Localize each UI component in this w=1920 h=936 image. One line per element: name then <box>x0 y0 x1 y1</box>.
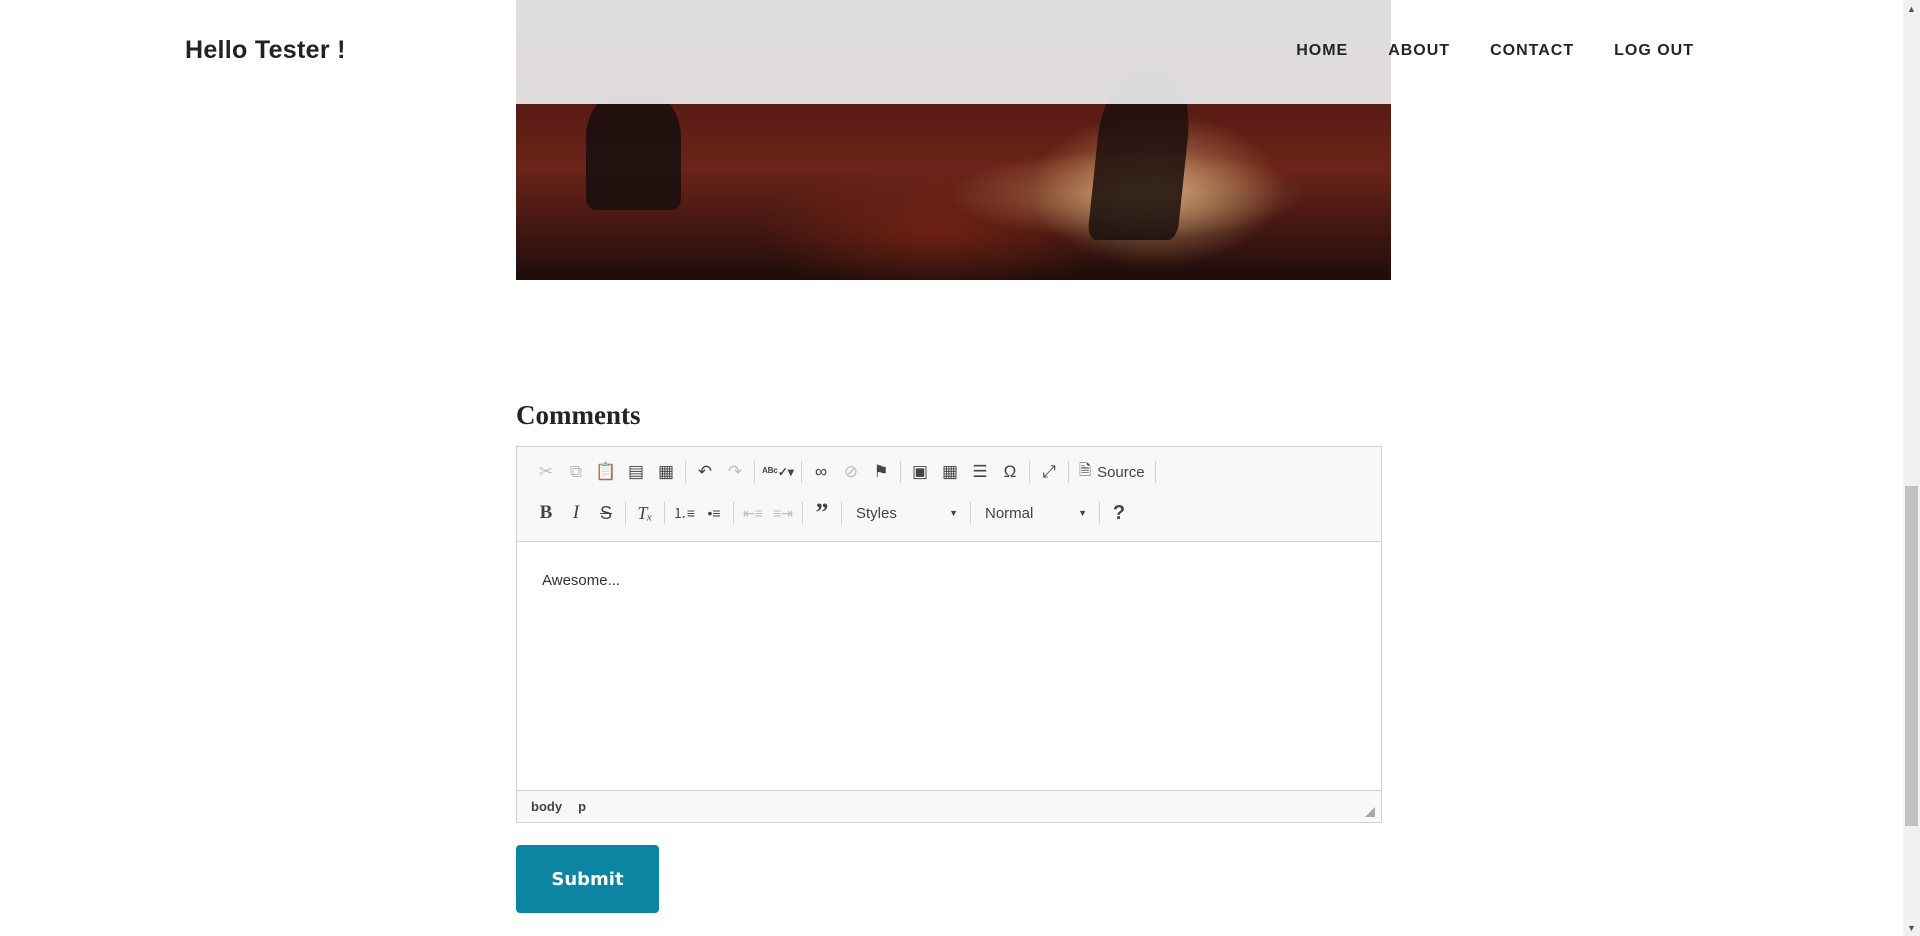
toolbar-separator <box>1029 461 1030 483</box>
toolbar-separator <box>1154 461 1156 483</box>
anchor-flag-icon[interactable]: ⚑ <box>866 458 896 486</box>
page-scrollbar[interactable]: ▲ ▼ <box>1903 0 1920 936</box>
numbered-list-icon[interactable]: ⒈≡ <box>669 499 699 527</box>
bulleted-list-icon[interactable]: •≡ <box>699 499 729 527</box>
site-brand[interactable]: Hello Tester ! <box>185 36 346 65</box>
horizontal-line-icon[interactable]: ☰ <box>965 458 995 486</box>
undo-icon[interactable]: ↶ <box>690 458 720 486</box>
image-icon[interactable]: ▣ <box>905 458 935 486</box>
source-label: Source <box>1097 463 1145 481</box>
styles-dropdown[interactable]: Styles ▼ <box>846 499 966 527</box>
comment-editor: ✂ ⧉ 📋 ▤ ▦ ↶ ↷ ᴬᴮᶜ✓▾ ∞ ⊘ ⚑ ▣ ▦ ☰ Ω ⤢ 🗎 So… <box>516 446 1382 823</box>
paste-word-icon[interactable]: ▦ <box>651 458 681 486</box>
scroll-up-icon[interactable]: ▲ <box>1903 0 1920 17</box>
chevron-down-icon: ▼ <box>1078 508 1087 518</box>
styles-label: Styles <box>856 504 897 522</box>
resize-handle-icon[interactable] <box>1365 807 1375 817</box>
strikethrough-icon[interactable]: S <box>591 499 621 527</box>
toolbar-separator <box>1099 502 1100 524</box>
maximize-icon[interactable]: ⤢ <box>1034 458 1064 486</box>
editor-content-area[interactable]: Awesome... <box>517 542 1381 792</box>
source-button[interactable]: 🗎 Source <box>1073 458 1151 486</box>
toolbar-separator <box>754 461 755 483</box>
toolbar-separator <box>664 502 665 524</box>
hero-figure-left <box>586 90 681 210</box>
paste-icon[interactable]: 📋 <box>591 458 621 486</box>
cut-icon[interactable]: ✂ <box>531 458 561 486</box>
outdent-icon[interactable]: ⇤≡ <box>738 499 768 527</box>
special-char-icon[interactable]: Ω <box>995 458 1025 486</box>
bold-icon[interactable]: B <box>531 499 561 527</box>
toolbar-separator <box>801 461 802 483</box>
link-icon[interactable]: ∞ <box>806 458 836 486</box>
toolbar-separator <box>900 461 901 483</box>
chevron-down-icon: ▼ <box>949 508 958 518</box>
main-nav: HOME ABOUT CONTACT LOG OUT <box>1256 42 1694 60</box>
remove-format-icon[interactable]: Tₓ <box>630 499 660 527</box>
nav-logout[interactable]: LOG OUT <box>1614 42 1694 60</box>
spellcheck-icon[interactable]: ᴬᴮᶜ✓▾ <box>759 458 797 486</box>
nav-about[interactable]: ABOUT <box>1388 42 1450 60</box>
toolbar-separator <box>1068 461 1069 483</box>
path-p[interactable]: p <box>578 799 586 814</box>
scrollbar-thumb[interactable] <box>1905 486 1918 826</box>
toolbar-separator <box>625 502 626 524</box>
toolbar-separator <box>970 502 971 524</box>
path-body[interactable]: body <box>531 799 562 814</box>
help-icon[interactable]: ? <box>1104 499 1134 527</box>
toolbar-separator <box>802 502 803 524</box>
format-label: Normal <box>985 504 1034 522</box>
editor-toolbar: ✂ ⧉ 📋 ▤ ▦ ↶ ↷ ᴬᴮᶜ✓▾ ∞ ⊘ ⚑ ▣ ▦ ☰ Ω ⤢ 🗎 So… <box>517 447 1381 542</box>
table-icon[interactable]: ▦ <box>935 458 965 486</box>
toolbar-separator <box>841 502 842 524</box>
italic-icon[interactable]: I <box>561 499 591 527</box>
nav-contact[interactable]: CONTACT <box>1490 42 1574 60</box>
toolbar-row-2: B I S Tₓ ⒈≡ •≡ ⇤≡ ≡⇥ ” Styles ▼ Normal ▼ <box>531 498 1134 528</box>
format-dropdown[interactable]: Normal ▼ <box>975 499 1095 527</box>
submit-button[interactable]: Submit <box>516 845 659 913</box>
paste-text-icon[interactable]: ▤ <box>621 458 651 486</box>
toolbar-separator <box>733 502 734 524</box>
toolbar-separator <box>685 461 686 483</box>
scroll-down-icon[interactable]: ▼ <box>1903 919 1920 936</box>
blockquote-icon[interactable]: ” <box>807 498 837 527</box>
unlink-icon[interactable]: ⊘ <box>836 458 866 486</box>
nav-home[interactable]: HOME <box>1296 42 1348 60</box>
source-icon: 🗎 <box>1079 461 1092 479</box>
editor-paragraph: Awesome... <box>542 572 621 589</box>
indent-icon[interactable]: ≡⇥ <box>768 499 798 527</box>
editor-element-path: body p <box>517 790 1381 822</box>
toolbar-row-1: ✂ ⧉ 📋 ▤ ▦ ↶ ↷ ᴬᴮᶜ✓▾ ∞ ⊘ ⚑ ▣ ▦ ☰ Ω ⤢ 🗎 So… <box>531 457 1160 487</box>
redo-icon[interactable]: ↷ <box>720 458 750 486</box>
comments-heading: Comments <box>516 400 641 430</box>
copy-icon[interactable]: ⧉ <box>561 458 591 486</box>
